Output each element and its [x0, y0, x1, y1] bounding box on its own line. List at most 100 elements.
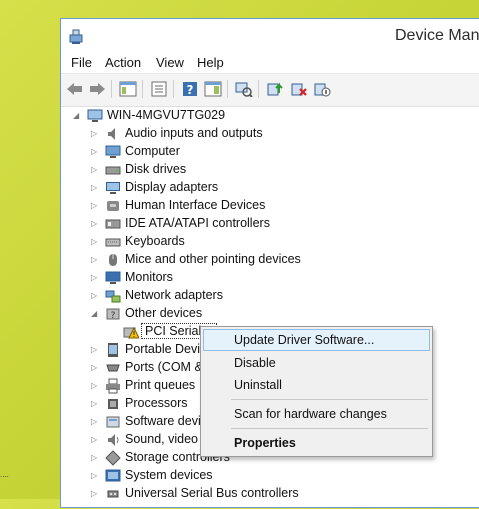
- menu-disable-label: Disable: [234, 356, 276, 370]
- disk-drive-icon: [105, 162, 121, 178]
- monitor-icon: [105, 144, 121, 160]
- system-device-icon: [105, 468, 121, 484]
- title-bar[interactable]: Device Mana: [61, 19, 479, 53]
- toolbar-separator: [111, 80, 112, 98]
- tree-item-label: Print queues: [125, 378, 196, 392]
- mouse-icon: [105, 252, 121, 268]
- collapse-arrow-icon[interactable]: ◢: [73, 111, 81, 121]
- sound-device-icon: [105, 432, 121, 448]
- expand-arrow-icon[interactable]: ▷: [91, 183, 99, 193]
- forward-arrow-icon[interactable]: [87, 79, 107, 99]
- uninstall-device-icon[interactable]: [289, 79, 309, 99]
- expand-arrow-icon[interactable]: ▷: [91, 273, 99, 283]
- tree-item-label: Human Interface Devices: [125, 198, 266, 212]
- tree-item-label: Network adapters: [125, 288, 223, 302]
- tree-item-label: Keyboards: [125, 234, 185, 248]
- menu-view[interactable]: View: [154, 55, 186, 70]
- toolbar-separator: [258, 80, 259, 98]
- menu-bar: File Action View Help: [61, 53, 479, 73]
- device-manager-app-icon: [67, 27, 85, 45]
- expand-arrow-icon[interactable]: ▷: [91, 489, 99, 499]
- tree-item-label: Universal Serial Bus controllers: [125, 486, 299, 500]
- tree-item-label: Other devices: [125, 306, 203, 320]
- warning-device-icon: [123, 324, 140, 340]
- tree-item-label: Ports (COM &: [125, 360, 203, 374]
- toolbar-separator: [142, 80, 143, 98]
- hid-icon: [105, 198, 121, 214]
- menu-scan-hardware[interactable]: Scan for hardware changes: [203, 403, 430, 425]
- desktop-dots: ....: [0, 470, 9, 479]
- toolbar-separator: [173, 80, 174, 98]
- context-menu: Update Driver Software... Disable Uninst…: [200, 326, 433, 457]
- tree-item-label: Mice and other pointing devices: [125, 252, 301, 266]
- expand-arrow-icon[interactable]: ▷: [91, 201, 99, 211]
- menu-uninstall-label: Uninstall: [234, 378, 282, 392]
- expand-arrow-icon[interactable]: ▷: [91, 255, 99, 265]
- tree-item-label: System devices: [125, 468, 213, 482]
- expand-arrow-icon[interactable]: ▷: [91, 165, 99, 175]
- expand-arrow-icon[interactable]: ▷: [91, 417, 99, 427]
- expand-arrow-icon[interactable]: ▷: [91, 129, 99, 139]
- menu-scan-hardware-label: Scan for hardware changes: [234, 407, 387, 421]
- expand-arrow-icon[interactable]: ▷: [91, 381, 99, 391]
- menu-uninstall[interactable]: Uninstall: [203, 374, 430, 396]
- show-hide-console-tree-icon[interactable]: [118, 79, 138, 99]
- expand-arrow-icon[interactable]: ▷: [91, 471, 99, 481]
- tree-item-label: Software devi: [125, 414, 201, 428]
- tree-item-label: IDE ATA/ATAPI controllers: [125, 216, 270, 230]
- display-adapter-icon: [105, 180, 121, 196]
- tree-item-label: Portable Devic: [125, 342, 207, 356]
- properties-icon[interactable]: [149, 79, 169, 99]
- window-title: Device Mana: [395, 27, 479, 44]
- expand-arrow-icon[interactable]: ▷: [91, 453, 99, 463]
- computer-icon: [87, 108, 103, 124]
- menu-properties-label: Properties: [234, 436, 296, 450]
- disable-device-icon[interactable]: [312, 79, 332, 99]
- menu-separator: [231, 399, 428, 400]
- port-icon: [105, 360, 121, 376]
- monitor-icon: [105, 270, 121, 286]
- speaker-icon: [105, 126, 121, 142]
- back-arrow-icon[interactable]: [65, 79, 85, 99]
- menu-separator: [231, 428, 428, 429]
- svg-text:?: ?: [111, 311, 116, 321]
- menu-update-driver-label: Update Driver Software...: [234, 333, 375, 347]
- storage-controller-icon: [105, 450, 121, 466]
- tree-item-label: Sound, video a: [125, 432, 209, 446]
- tree-item-label: Audio inputs and outputs: [125, 126, 263, 140]
- expand-arrow-icon[interactable]: ▷: [91, 219, 99, 229]
- menu-update-driver[interactable]: Update Driver Software...: [203, 329, 430, 351]
- help-icon[interactable]: ?: [180, 79, 200, 99]
- menu-properties[interactable]: Properties: [203, 432, 430, 454]
- expand-arrow-icon[interactable]: ▷: [91, 345, 99, 355]
- tree-item-label: Disk drives: [125, 162, 187, 176]
- processor-icon: [105, 396, 121, 412]
- tree-item-label: Computer: [125, 144, 180, 158]
- tree-item-label: Monitors: [125, 270, 173, 284]
- update-driver-icon[interactable]: [265, 79, 285, 99]
- usb-controller-icon: [105, 486, 121, 502]
- toolbar: ?: [61, 73, 479, 107]
- other-devices-icon: ?: [105, 306, 121, 322]
- collapse-arrow-icon[interactable]: ◢: [91, 309, 99, 319]
- svg-text:?: ?: [187, 83, 194, 97]
- expand-arrow-icon[interactable]: ▷: [91, 363, 99, 373]
- expand-arrow-icon[interactable]: ▷: [91, 237, 99, 247]
- expand-arrow-icon[interactable]: ▷: [91, 399, 99, 409]
- keyboard-icon: [105, 234, 121, 250]
- network-adapter-icon: [105, 288, 121, 304]
- menu-action[interactable]: Action: [103, 55, 143, 70]
- expand-arrow-icon[interactable]: ▷: [91, 147, 99, 157]
- scan-hardware-icon[interactable]: [234, 79, 254, 99]
- toolbar-separator: [227, 80, 228, 98]
- tree-item-label: Display adapters: [125, 180, 219, 194]
- menu-help[interactable]: Help: [195, 55, 226, 70]
- menu-file[interactable]: File: [69, 55, 94, 70]
- menu-disable[interactable]: Disable: [203, 352, 430, 374]
- action-pane-icon[interactable]: [203, 79, 223, 99]
- tree-root-label: WIN-4MGVU7TG029: [107, 108, 226, 122]
- tree-item-label: Processors: [125, 396, 188, 410]
- expand-arrow-icon[interactable]: ▷: [91, 291, 99, 301]
- printer-icon: [105, 378, 121, 394]
- expand-arrow-icon[interactable]: ▷: [91, 435, 99, 445]
